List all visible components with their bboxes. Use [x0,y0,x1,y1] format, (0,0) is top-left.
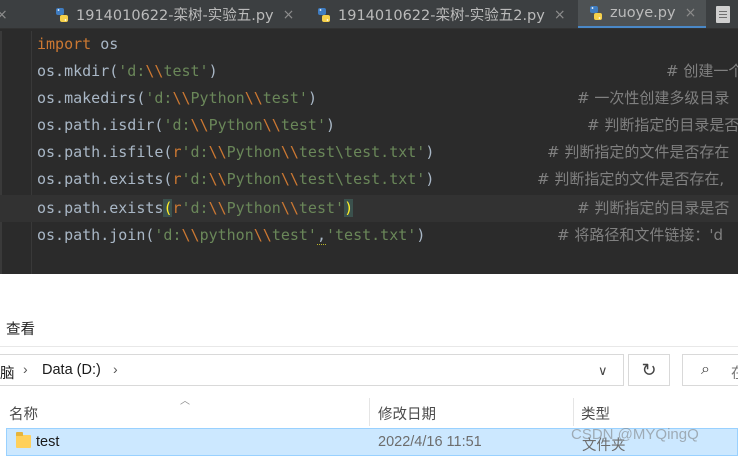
code-comment: # 判断指定的文件是否存在 [547,143,730,161]
code-text: import os [37,35,119,53]
column-divider[interactable] [573,398,574,426]
close-icon[interactable]: × [685,5,697,21]
breadcrumb-drive[interactable]: Data (D:) [42,362,101,378]
code-line-6[interactable]: os.path.exists(r'd:\\Python\\test\test.t… [0,166,738,193]
code-comment: # 将路径和文件链接：'d [557,226,723,244]
watermark: CSDN @MYQingQ [571,426,699,443]
refresh-icon: ↻ [641,359,657,380]
chevron-right-icon[interactable]: › [113,361,118,377]
divider [0,346,738,347]
python-file-icon [56,7,68,22]
code-text: os.path.isdir('d:\\Python\\test') [37,116,336,134]
python-file-icon [590,6,602,20]
sort-up-icon: ︿ [180,396,190,407]
tab-label: 1914010622-栾树-实验五.py [76,8,274,24]
tab-label: 1914010622-栾树-实验五2.py [338,8,545,24]
ribbon-tab-view[interactable]: 查看 [6,318,35,339]
code-line-3[interactable]: os.makedirs('d:\\Python\\test') # 一次性创建多… [0,85,738,112]
column-type[interactable]: 类型 [581,403,610,424]
code-text: os.mkdir('d:\\test') [37,62,218,80]
column-modified[interactable]: 修改日期 [378,403,436,424]
code-text: os.path.join('d:\\python\\test','test.tx… [37,226,426,245]
column-divider[interactable] [369,398,370,426]
code-text: os.path.exists(r'd:\\Python\\test\test.t… [37,170,435,188]
code-text: os.path.exists(r'd:\\Python\\test') [37,199,354,217]
code-comment: # 判断指定的目录是否 [587,116,738,134]
search-icon: ⌕ [701,361,710,378]
column-name[interactable]: 名称 [9,403,38,424]
breadcrumb-this-pc[interactable]: 脑 [0,362,15,383]
tab-zuoye[interactable]: zuoye.py × [578,0,706,28]
file-explorer: 查看 脑 › Data (D:) › ∨ ↻ ⌕ 在 ︿ 名称 修改日期 类型 … [0,274,738,456]
file-modified: 2022/4/16 11:51 [378,434,482,450]
code-area[interactable]: import os os.mkdir('d:\\test') # 创建一个 os… [0,31,738,274]
tab-label: zuoye.py [610,5,676,21]
close-icon[interactable]: × [554,7,566,23]
column-header-row: ︿ 名称 修改日期 类型 [0,396,738,426]
tab-experiment5[interactable]: 1914010622-栾树-实验五.py × [54,0,306,28]
close-icon[interactable]: × [283,7,295,23]
tab-fragment[interactable]: × [0,0,10,28]
code-comment: # 一次性创建多级目录 [577,89,730,107]
code-line-8[interactable]: os.path.join('d:\\python\\test','test.tx… [0,222,738,249]
address-bar[interactable]: 脑 › Data (D:) › ∨ [0,354,624,386]
code-editor: × 1914010622-栾树-实验五.py × 1914010622-栾树-实… [0,0,738,274]
search-placeholder: 在 [731,362,738,383]
code-line-5[interactable]: os.path.isfile(r'd:\\Python\\test\test.t… [0,139,738,166]
python-file-icon [318,7,330,22]
editor-tab-bar: × 1914010622-栾树-实验五.py × 1914010622-栾树-实… [0,0,738,29]
file-name: test [36,434,60,450]
code-comment: # 判断指定的文件是否存在, [537,170,725,188]
chevron-down-icon[interactable]: ∨ [598,363,608,379]
refresh-button[interactable]: ↻ [628,354,670,386]
chevron-right-icon[interactable]: › [23,361,28,377]
code-line-4[interactable]: os.path.isdir('d:\\Python\\test') # 判断指定… [0,112,738,139]
tab-experiment5-2[interactable]: 1914010622-栾树-实验五2.py × [316,0,578,28]
file-icon[interactable] [716,6,730,23]
code-line-2[interactable]: os.mkdir('d:\\test') # 创建一个 [0,58,738,85]
close-icon[interactable]: × [0,7,8,23]
code-text: os.path.isfile(r'd:\\Python\\test\test.t… [37,143,435,161]
code-line-7[interactable]: os.path.exists(r'd:\\Python\\test') # 判断… [0,195,738,222]
search-input[interactable]: ⌕ 在 [682,354,738,386]
code-text: os.makedirs('d:\\Python\\test') [37,89,317,107]
folder-icon [16,432,31,448]
code-comment: # 判断指定的目录是否 [577,199,730,217]
code-comment: # 创建一个 [666,62,738,80]
code-line-1[interactable]: import os [0,31,738,58]
